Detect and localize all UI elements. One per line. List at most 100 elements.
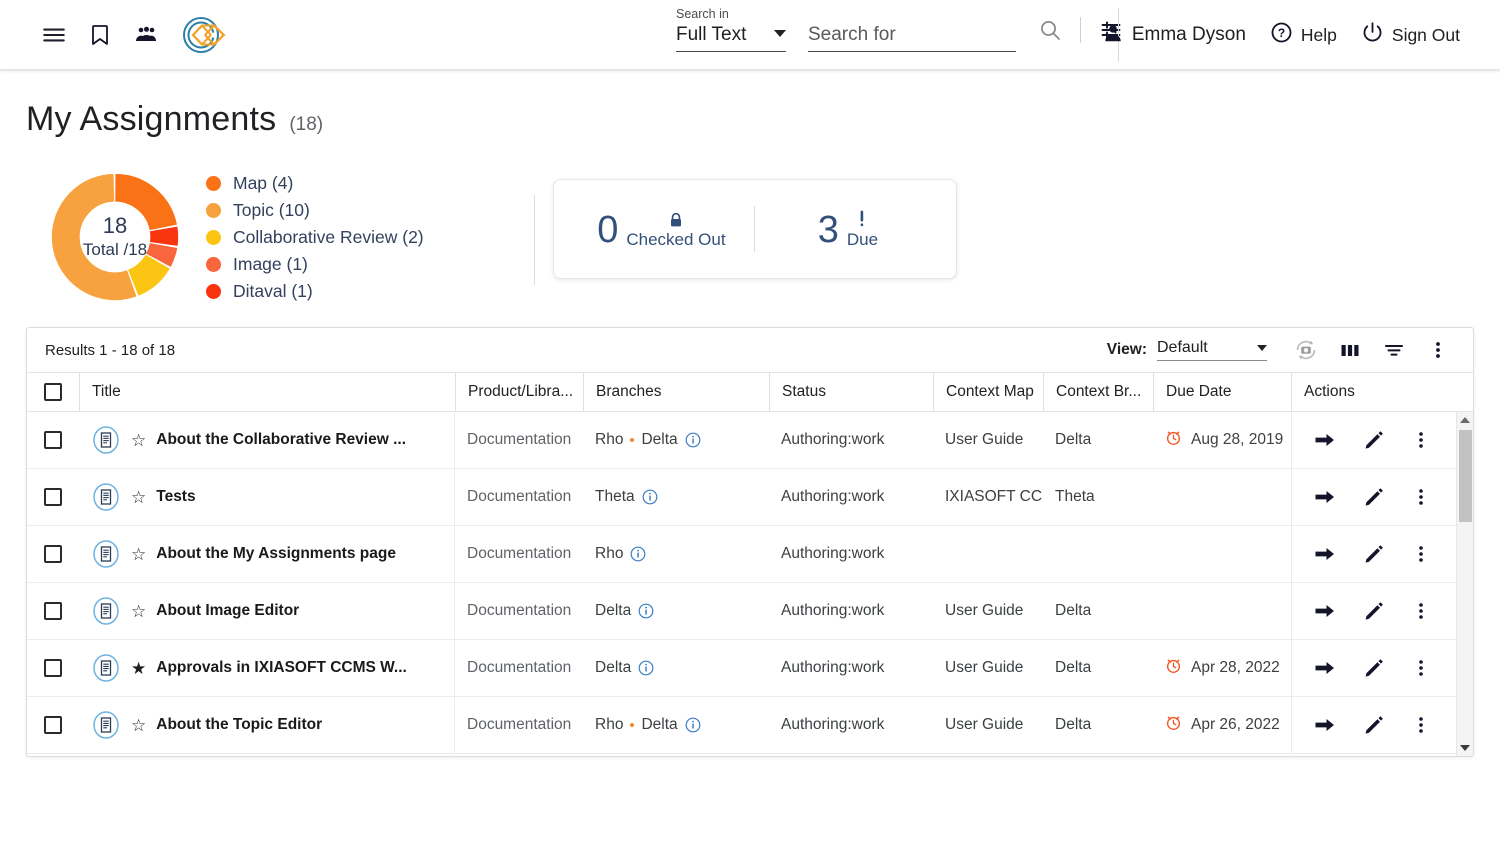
column-header-branches[interactable]: Branches bbox=[583, 373, 769, 411]
row-checkbox[interactable] bbox=[44, 488, 62, 506]
favorite-star-icon[interactable]: ☆ bbox=[131, 546, 146, 563]
assignments-donut-chart[interactable]: 18 Total /18 bbox=[50, 172, 180, 302]
refresh-camera-icon[interactable] bbox=[1285, 329, 1327, 371]
select-all-checkbox[interactable] bbox=[44, 383, 62, 401]
ixiasoft-logo-icon[interactable] bbox=[180, 13, 228, 57]
more-vertical-icon[interactable] bbox=[1412, 600, 1430, 622]
search-icon[interactable] bbox=[1030, 10, 1070, 50]
alarm-clock-icon bbox=[1165, 714, 1182, 736]
arrow-right-icon[interactable] bbox=[1314, 601, 1336, 621]
legend-item-image[interactable]: Image (1) bbox=[206, 254, 424, 275]
more-vertical-icon[interactable] bbox=[1417, 329, 1459, 371]
search-in-dropdown[interactable]: Full Text bbox=[676, 24, 786, 52]
pencil-icon[interactable] bbox=[1364, 487, 1384, 507]
search-for-group bbox=[808, 24, 1016, 52]
sign-out-button[interactable]: Sign Out bbox=[1349, 15, 1472, 55]
column-header-context-branch[interactable]: Context Br... bbox=[1043, 373, 1153, 411]
search-input[interactable] bbox=[808, 24, 1016, 52]
help-button[interactable]: ? Help bbox=[1258, 15, 1349, 55]
table-vertical-scrollbar[interactable] bbox=[1456, 412, 1473, 756]
favorite-star-icon[interactable]: ★ bbox=[131, 660, 146, 677]
pencil-icon[interactable] bbox=[1364, 430, 1384, 450]
row-checkbox[interactable] bbox=[44, 545, 62, 563]
legend-item-collaborative-review[interactable]: Collaborative Review (2) bbox=[206, 227, 424, 248]
columns-icon[interactable] bbox=[1329, 329, 1371, 371]
view-value: Default bbox=[1157, 339, 1208, 356]
document-icon[interactable] bbox=[91, 653, 121, 683]
view-dropdown[interactable]: Default bbox=[1157, 339, 1267, 361]
table-row[interactable]: ☆ Tests Documentation Theta Authoring:wo… bbox=[27, 469, 1473, 526]
document-icon[interactable] bbox=[91, 482, 121, 512]
legend-item-ditaval[interactable]: Ditaval (1) bbox=[206, 281, 424, 302]
table-row[interactable]: ☆ About the Collaborative Review ... Doc… bbox=[27, 412, 1473, 469]
row-checkbox[interactable] bbox=[44, 716, 62, 734]
row-select-cell bbox=[27, 412, 79, 468]
info-icon[interactable] bbox=[642, 489, 658, 505]
favorite-star-icon[interactable]: ☆ bbox=[131, 489, 146, 506]
pencil-icon[interactable] bbox=[1364, 601, 1384, 621]
row-title[interactable]: About Image Editor bbox=[156, 602, 299, 620]
table-row[interactable]: ★ Approvals in IXIASOFT CCMS W... Docume… bbox=[27, 640, 1473, 697]
arrow-right-icon[interactable] bbox=[1314, 487, 1336, 507]
table-row[interactable]: ☆ About the Topic Editor Documentation R… bbox=[27, 697, 1473, 754]
alarm-clock-icon bbox=[1165, 429, 1182, 451]
arrow-right-icon[interactable] bbox=[1314, 658, 1336, 678]
row-due-date: Apr 26, 2022 bbox=[1191, 716, 1280, 733]
row-actions-cell bbox=[1291, 412, 1465, 468]
arrow-right-icon[interactable] bbox=[1314, 544, 1336, 564]
document-icon[interactable] bbox=[91, 425, 121, 455]
legend-label-image: Image (1) bbox=[233, 254, 308, 274]
people-icon[interactable] bbox=[126, 15, 166, 55]
legend-item-map[interactable]: Map (4) bbox=[206, 173, 424, 194]
row-checkbox[interactable] bbox=[44, 431, 62, 449]
column-header-title[interactable]: Title bbox=[79, 373, 455, 411]
document-icon[interactable] bbox=[91, 596, 121, 626]
pencil-icon[interactable] bbox=[1364, 715, 1384, 735]
favorite-star-icon[interactable]: ☆ bbox=[131, 603, 146, 620]
row-title[interactable]: About the My Assignments page bbox=[156, 545, 396, 563]
scrollbar-thumb[interactable] bbox=[1459, 430, 1472, 522]
checked-out-stat[interactable]: 0 Checked Out bbox=[569, 209, 755, 250]
power-icon bbox=[1361, 21, 1384, 49]
favorite-star-icon[interactable]: ☆ bbox=[131, 717, 146, 734]
column-header-product[interactable]: Product/Libra... bbox=[455, 373, 583, 411]
filter-icon[interactable] bbox=[1373, 329, 1415, 371]
column-header-context-map[interactable]: Context Map bbox=[933, 373, 1043, 411]
pencil-icon[interactable] bbox=[1364, 658, 1384, 678]
arrow-right-icon[interactable] bbox=[1314, 430, 1336, 450]
more-vertical-icon[interactable] bbox=[1412, 657, 1430, 679]
arrow-right-icon[interactable] bbox=[1314, 715, 1336, 735]
column-header-status[interactable]: Status bbox=[769, 373, 933, 411]
column-header-due-date[interactable]: Due Date bbox=[1153, 373, 1291, 411]
info-icon[interactable] bbox=[685, 717, 701, 733]
bookmark-icon[interactable] bbox=[80, 15, 120, 55]
table-header-row: Title Product/Libra... Branches Status C… bbox=[27, 372, 1473, 412]
scroll-up-arrow-icon[interactable] bbox=[1457, 412, 1473, 428]
info-icon[interactable] bbox=[638, 660, 654, 676]
pencil-icon[interactable] bbox=[1364, 544, 1384, 564]
more-vertical-icon[interactable] bbox=[1412, 429, 1430, 451]
favorite-star-icon[interactable]: ☆ bbox=[131, 432, 146, 449]
table-row[interactable]: ☆ About the My Assignments page Document… bbox=[27, 526, 1473, 583]
row-checkbox[interactable] bbox=[44, 659, 62, 677]
legend-item-topic[interactable]: Topic (10) bbox=[206, 200, 424, 221]
due-stat[interactable]: 3 Due bbox=[755, 209, 941, 250]
info-icon[interactable] bbox=[685, 432, 701, 448]
more-vertical-icon[interactable] bbox=[1412, 543, 1430, 565]
hamburger-menu-icon[interactable] bbox=[34, 15, 74, 55]
branch-name: Delta bbox=[595, 659, 632, 676]
row-title[interactable]: Approvals in IXIASOFT CCMS W... bbox=[156, 659, 407, 677]
document-icon[interactable] bbox=[91, 710, 121, 740]
info-icon[interactable] bbox=[638, 603, 654, 619]
scroll-down-arrow-icon[interactable] bbox=[1457, 740, 1473, 756]
more-vertical-icon[interactable] bbox=[1412, 714, 1430, 736]
row-title[interactable]: About the Topic Editor bbox=[156, 716, 322, 734]
user-menu[interactable]: Emma Dyson bbox=[1090, 16, 1258, 55]
row-title[interactable]: About the Collaborative Review ... bbox=[156, 431, 406, 449]
table-row[interactable]: ☆ About Image Editor Documentation Delta… bbox=[27, 583, 1473, 640]
more-vertical-icon[interactable] bbox=[1412, 486, 1430, 508]
info-icon[interactable] bbox=[630, 546, 646, 562]
document-icon[interactable] bbox=[91, 539, 121, 569]
row-checkbox[interactable] bbox=[44, 602, 62, 620]
row-title[interactable]: Tests bbox=[156, 488, 195, 506]
